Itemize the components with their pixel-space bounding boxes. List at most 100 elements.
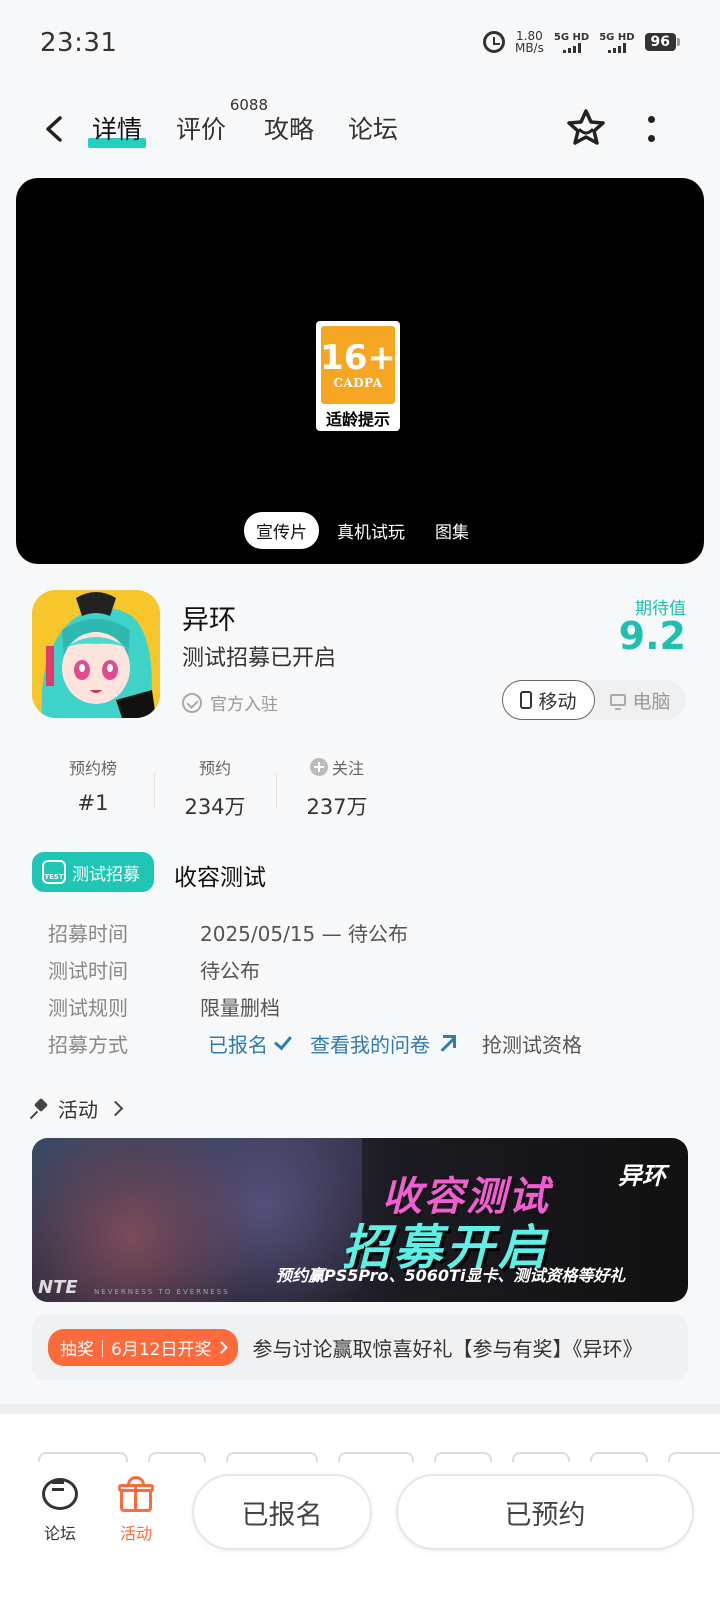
- status-bar: 23:31 1.80 MB/s 5G HD 5G HD 96: [0, 0, 720, 90]
- section-divider: [0, 1404, 720, 1414]
- battery-icon: 96: [644, 33, 681, 51]
- checkmark-icon: [274, 1031, 292, 1050]
- recruit-title: 收容测试: [174, 865, 266, 891]
- stat-value: #1: [77, 791, 109, 815]
- favorite-star-icon[interactable]: [564, 106, 608, 150]
- alarm-icon: [482, 31, 505, 53]
- tab-guides-label: 攻略: [264, 115, 315, 144]
- tag-row-peek: [38, 1452, 720, 1462]
- grab-qualification-text: 抢测试资格: [482, 1033, 582, 1057]
- back-arrow-icon[interactable]: [40, 114, 70, 144]
- recruit-row-key: 招募时间: [48, 922, 128, 946]
- view-questionnaire-label: 查看我的问卷: [310, 1033, 430, 1057]
- recruit-row-value: 2025/05/15 — 待公布: [200, 922, 408, 946]
- tab-forum-label: 论坛: [348, 115, 399, 144]
- official-label: 官方入驻: [210, 695, 278, 715]
- activity-header[interactable]: 活动: [32, 1094, 124, 1123]
- bottom-action-bar: 论坛 活动 已报名 已预约: [0, 1462, 720, 1600]
- activity-banner[interactable]: 异环 收容测试 招募开启 预约赢PS5Pro、5060Ti显卡、测试资格等好礼 …: [32, 1138, 688, 1302]
- lottery-tag-label: 抽奖｜6月12日开奖: [60, 1339, 212, 1360]
- verified-check-icon: [182, 692, 202, 713]
- lottery-row[interactable]: 抽奖｜6月12日开奖 参与讨论赢取惊喜好礼【参与有奖】《异环》: [32, 1314, 688, 1380]
- chevron-right-icon: [215, 1340, 229, 1354]
- top-nav: 详情 评价 6088 攻略 论坛: [0, 90, 720, 170]
- stat-follow[interactable]: 关注 237万: [276, 755, 398, 821]
- recruit-row-key: 测试规则: [48, 996, 128, 1020]
- tab-details[interactable]: 详情: [87, 110, 147, 148]
- stat-reservation-rank[interactable]: 预约榜 #1: [32, 755, 154, 821]
- age-rating-badge: 16+ CADPA 适龄提示: [316, 321, 400, 431]
- media-tab-gallery[interactable]: 图集: [423, 512, 481, 549]
- game-character-art: [32, 590, 160, 718]
- activity-heading: 活动: [58, 1098, 98, 1122]
- follow-label: 关注: [331, 759, 364, 778]
- pin-icon: [32, 1100, 50, 1118]
- game-stats: 预约榜 #1 预约 234万 关注 237万: [32, 755, 398, 821]
- stat-label: 预约榜: [68, 759, 117, 778]
- tab-forum[interactable]: 论坛: [346, 110, 400, 146]
- age-rating-value: 16+: [320, 338, 396, 378]
- status-icons: 1.80 MB/s 5G HD 5G HD 96: [482, 30, 681, 55]
- expectation-score: 9.2: [618, 614, 686, 658]
- media-tab-trailer[interactable]: 宣传片: [244, 512, 319, 549]
- view-questionnaire-link[interactable]: 查看我的问卷: [310, 1029, 456, 1058]
- stat-reservations: 预约 234万: [154, 755, 276, 821]
- video-player[interactable]: 16+ CADPA 适龄提示 宣传片 真机试玩 图集: [16, 178, 704, 564]
- recruit-row-key: 测试时间: [48, 959, 128, 983]
- recruit-row: 测试时间 待公布: [48, 951, 582, 988]
- platform-pc-label: 电脑: [632, 690, 671, 713]
- stat-value: 237万: [306, 795, 368, 819]
- recruit-row-value: 限量删档: [200, 996, 280, 1020]
- stat-label: 预约: [198, 759, 231, 778]
- reserved-button[interactable]: 已预约: [396, 1474, 694, 1550]
- network-speed-unit: MB/s: [514, 41, 544, 55]
- phone-icon: [520, 691, 533, 709]
- platform-mobile-label: 移动: [538, 690, 577, 713]
- banner-brand: NTE: [38, 1277, 78, 1298]
- status-time: 23:31: [40, 28, 118, 58]
- gift-icon: [118, 1476, 154, 1512]
- follow-plus-icon: [309, 758, 328, 776]
- bottom-forum[interactable]: 论坛: [20, 1476, 100, 1544]
- signed-up-button[interactable]: 已报名: [192, 1474, 372, 1550]
- signed-up-link[interactable]: 已报名: [208, 1029, 292, 1058]
- detail-tabs: 详情 评价 6088 攻略 论坛: [87, 96, 400, 148]
- platform-mobile[interactable]: 移动: [502, 680, 595, 720]
- more-options-icon[interactable]: [646, 116, 656, 142]
- game-app-icon: [32, 590, 160, 718]
- test-recruit-label: 测试招募: [72, 864, 140, 885]
- test-icon: TEST: [42, 860, 66, 884]
- bottom-activity[interactable]: 活动: [96, 1476, 176, 1544]
- stat-label: 关注: [276, 755, 398, 779]
- tab-guides[interactable]: 攻略: [262, 110, 316, 146]
- media-tab-gameplay[interactable]: 真机试玩: [325, 512, 417, 549]
- banner-subtitle: 预约赢PS5Pro、5060Ti显卡、测试资格等好礼: [276, 1266, 626, 1285]
- stat-value: 234万: [184, 795, 246, 819]
- age-rating-org: CADPA: [333, 376, 383, 390]
- platform-pc[interactable]: 电脑: [595, 680, 686, 720]
- tab-reviews[interactable]: 评价 6088: [174, 96, 268, 146]
- recruit-details: 招募时间 2025/05/15 — 待公布 测试时间 待公布 测试规则 限量删档…: [48, 914, 582, 1062]
- bottom-activity-label: 活动: [119, 1524, 152, 1543]
- media-tabs: 宣传片 真机试玩 图集: [244, 512, 481, 549]
- recruit-row-key: 招募方式: [48, 1033, 128, 1057]
- external-arrow-icon: [438, 1034, 456, 1053]
- signal-2: 5G HD: [599, 31, 635, 53]
- age-rating-hint: 适龄提示: [325, 410, 390, 429]
- official-badge: 官方入驻: [182, 690, 278, 715]
- recruit-row-value: 待公布: [200, 959, 260, 983]
- signed-up-label: 已报名: [208, 1033, 268, 1057]
- forum-chat-icon: [40, 1476, 80, 1512]
- signal-2-label: 5G HD: [599, 31, 635, 43]
- chevron-right-icon: [107, 1100, 124, 1117]
- lottery-tag: 抽奖｜6月12日开奖: [48, 1328, 239, 1366]
- monitor-icon: [610, 694, 627, 710]
- recruit-row-method: 招募方式 已报名 查看我的问卷 抢测试资格: [48, 1025, 582, 1062]
- signal-bars-icon: [607, 42, 626, 53]
- test-recruit-badge: TEST 测试招募: [32, 852, 154, 892]
- signal-1: 5G HD: [554, 32, 589, 53]
- platform-toggle: 移动 电脑: [502, 680, 686, 720]
- age-rating-top: 16+ CADPA: [320, 326, 396, 404]
- recruit-row: 招募时间 2025/05/15 — 待公布: [48, 914, 582, 951]
- game-title: 异环: [182, 605, 236, 636]
